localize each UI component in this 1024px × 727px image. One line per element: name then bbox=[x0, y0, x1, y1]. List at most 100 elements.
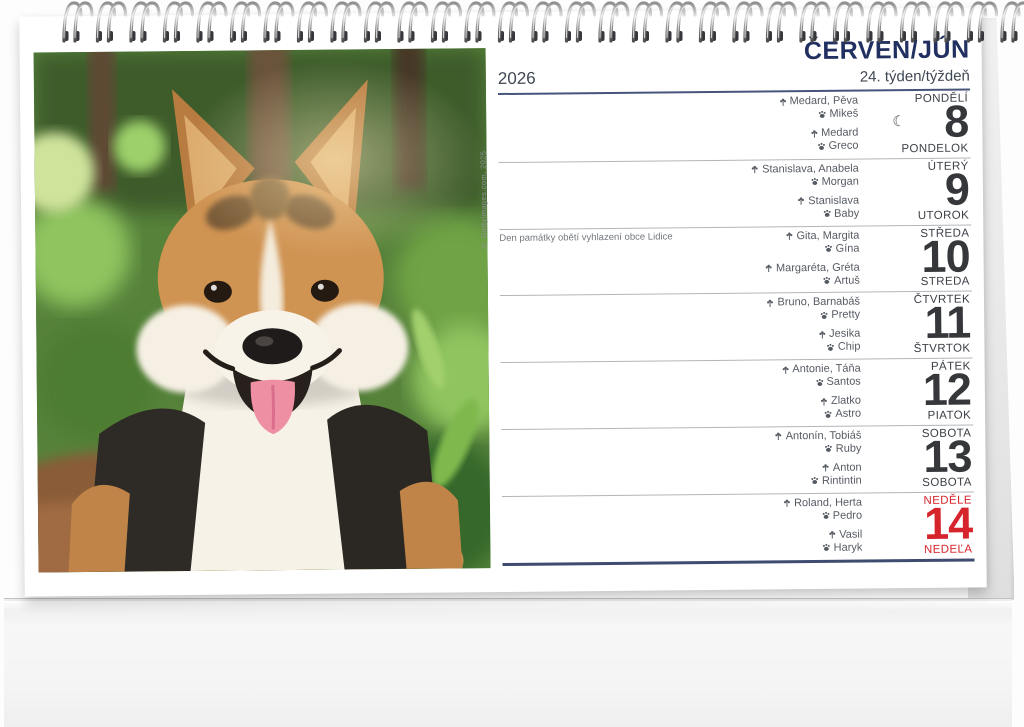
flower-icon bbox=[766, 298, 774, 307]
day-column: STŘEDA 10 STREDA bbox=[867, 225, 972, 292]
cz-dog-name-line: Ruby bbox=[825, 443, 862, 455]
sk-name-line: Jesika bbox=[818, 328, 860, 340]
sk-dog-name-line: Astro bbox=[824, 408, 861, 420]
paw-icon bbox=[818, 141, 826, 150]
day-name-sk: SOBOTA bbox=[922, 476, 972, 488]
cz-dog-name-line: Morgan bbox=[811, 175, 859, 187]
day-name-sk: NEDEĽA bbox=[924, 543, 973, 555]
year-label: 2026 bbox=[498, 69, 536, 89]
day-row: Roland, Herta Pedro Vasil Haryk NEDĚLE 1… bbox=[502, 491, 975, 562]
flower-icon bbox=[779, 97, 787, 106]
paw-icon bbox=[823, 209, 831, 218]
spiral-binding bbox=[0, 0, 1024, 48]
day-column: SOBOTA 13 SOBOTA bbox=[869, 425, 974, 492]
paw-icon bbox=[815, 378, 823, 387]
cz-name-line: Medard, Pěva bbox=[779, 95, 859, 108]
cz-dog-name-line: Pedro bbox=[822, 509, 862, 521]
day-name-sk: UTOROK bbox=[918, 209, 970, 221]
day-number: 12 bbox=[923, 367, 972, 413]
paw-icon bbox=[823, 543, 831, 552]
day-column: PONDĚLÍ ☾ 8 PONDELOK bbox=[866, 91, 971, 159]
sk-dog-name-line: Greco bbox=[817, 140, 858, 152]
day-row: Antonie, Táňa Santos Zlatko Astro PÁTEK … bbox=[501, 358, 974, 429]
desk-calendar-scene: © Gettyimages.com, 2025 ČERVEN/JÚN 2026 … bbox=[0, 0, 1024, 727]
day-number: 10 bbox=[921, 233, 970, 279]
day-column: ČTVRTEK 11 ŠTVRTOK bbox=[868, 292, 973, 359]
paw-icon bbox=[820, 311, 828, 320]
flower-icon bbox=[765, 264, 773, 273]
name-days: Bruno, Barnabáš Pretty Jesika Chip bbox=[610, 293, 861, 361]
day-row: Bruno, Barnabáš Pretty Jesika Chip ČTVRT… bbox=[500, 291, 973, 362]
flower-icon bbox=[785, 231, 793, 240]
name-days: Antonín, Tobiáš Ruby Anton Rintintin bbox=[611, 427, 862, 495]
sk-name-line: Stanislava bbox=[797, 194, 859, 207]
cz-name-line: Bruno, Barnabáš bbox=[766, 296, 860, 309]
sk-dog-name-line: Chip bbox=[827, 341, 861, 353]
paw-icon bbox=[827, 343, 835, 352]
day-number: 13 bbox=[923, 433, 972, 479]
moon-phase-icon: ☾ bbox=[892, 112, 906, 130]
cz-dog-name-line: Santos bbox=[815, 376, 860, 388]
photo-copyright: © Gettyimages.com, 2025 bbox=[478, 50, 492, 250]
sk-name-line: Margaréta, Gréta bbox=[765, 261, 860, 274]
day-rows: Medard, Pěva Mikeš Medard Greco PONDĚLÍ … bbox=[498, 91, 974, 563]
day-row: Den památky obětí vyhlazení obce Lidice … bbox=[499, 224, 972, 295]
cz-name-line: Gita, Margita bbox=[785, 229, 859, 242]
day-column: NEDĚLE 14 NEDEĽA bbox=[870, 492, 975, 559]
paw-icon bbox=[822, 511, 830, 520]
flower-icon bbox=[775, 432, 783, 441]
day-number: 14 bbox=[924, 500, 973, 546]
paw-icon bbox=[825, 444, 833, 453]
sk-dog-name-line: Rintintin bbox=[811, 475, 862, 487]
paw-icon bbox=[824, 410, 832, 419]
cz-dog-name-line: Pretty bbox=[820, 309, 860, 321]
day-number: 8 bbox=[944, 99, 968, 145]
paw-icon bbox=[823, 276, 831, 285]
flower-icon bbox=[820, 397, 828, 406]
day-row: Antonín, Tobiáš Ruby Anton Rintintin SOB… bbox=[501, 424, 974, 495]
flower-icon bbox=[751, 165, 759, 174]
corgi-photo bbox=[34, 48, 491, 572]
sk-name-line: Medard bbox=[810, 127, 858, 139]
cz-dog-name-line: Gína bbox=[825, 242, 860, 254]
name-days: Stanislava, Anabela Morgan Stanislava Ba… bbox=[609, 159, 860, 227]
year-week-row: 2026 24. týden/týždeň bbox=[498, 65, 970, 90]
paw-icon bbox=[825, 244, 833, 253]
calendar-stand-base bbox=[4, 598, 1012, 727]
day-number: 9 bbox=[945, 166, 969, 212]
base-highlight bbox=[4, 601, 1012, 611]
calendar-grid: ČERVEN/JÚN 2026 24. týden/týždeň Medard,… bbox=[497, 36, 974, 575]
sk-dog-name-line: Haryk bbox=[823, 541, 863, 553]
day-column: PÁTEK 12 PIATOK bbox=[869, 359, 974, 426]
paw-icon bbox=[811, 476, 819, 485]
name-days: Antonie, Táňa Santos Zlatko Astro bbox=[611, 360, 862, 428]
calendar-page: © Gettyimages.com, 2025 ČERVEN/JÚN 2026 … bbox=[19, 7, 987, 596]
day-name-sk: PONDELOK bbox=[901, 142, 968, 155]
paw-icon bbox=[818, 109, 826, 118]
sk-name-line: Anton bbox=[822, 462, 862, 474]
corgi-illustration bbox=[34, 48, 491, 572]
cz-name-line: Antonie, Táňa bbox=[781, 363, 860, 376]
flower-icon bbox=[810, 128, 818, 137]
flower-icon bbox=[818, 330, 826, 339]
flower-icon bbox=[781, 365, 789, 374]
cz-name-line: Roland, Herta bbox=[783, 496, 862, 509]
cz-dog-name-line: Mikeš bbox=[818, 108, 858, 120]
day-column: ÚTERÝ 9 UTOROK bbox=[867, 158, 972, 225]
name-days: Roland, Herta Pedro Vasil Haryk bbox=[612, 493, 863, 561]
day-row: Stanislava, Anabela Morgan Stanislava Ba… bbox=[499, 157, 972, 228]
day-name-sk: STREDA bbox=[921, 276, 970, 288]
sk-dog-name-line: Artuš bbox=[823, 274, 860, 286]
day-name-sk: PIATOK bbox=[928, 409, 972, 421]
cz-name-line: Antonín, Tobiáš bbox=[775, 430, 862, 443]
flower-icon bbox=[828, 530, 836, 539]
name-days: Medard, Pěva Mikeš Medard Greco bbox=[608, 92, 859, 161]
flower-icon bbox=[797, 196, 805, 205]
paw-icon bbox=[811, 177, 819, 186]
cz-name-line: Stanislava, Anabela bbox=[751, 162, 859, 175]
sk-name-line: Zlatko bbox=[820, 395, 861, 407]
day-row: Medard, Pěva Mikeš Medard Greco PONDĚLÍ … bbox=[498, 91, 971, 162]
flower-icon bbox=[783, 499, 791, 508]
day-number: 11 bbox=[924, 300, 970, 346]
week-label: 24. týden/týždeň bbox=[860, 68, 970, 86]
